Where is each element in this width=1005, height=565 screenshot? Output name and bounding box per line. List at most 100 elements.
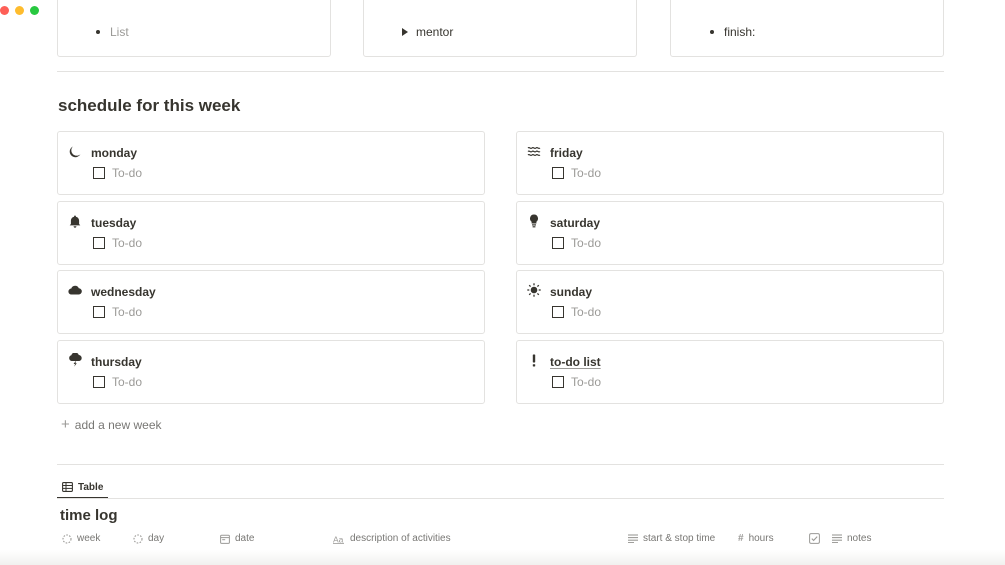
todo-list-link[interactable]: to-do list xyxy=(550,355,601,369)
list-bullet-item[interactable]: List xyxy=(96,25,129,39)
zoom-window-button[interactable] xyxy=(30,6,39,15)
column-header-start-stop-time[interactable]: start & stop time xyxy=(628,533,715,544)
day-card-thursday[interactable]: thursday To-do xyxy=(57,340,485,404)
checkbox-icon xyxy=(809,533,820,544)
todo-placeholder: To-do xyxy=(571,305,602,319)
sun-icon xyxy=(527,283,541,297)
mentor-label: mentor xyxy=(416,25,454,39)
column-header-date[interactable]: date xyxy=(220,533,254,544)
todo-placeholder: To-do xyxy=(112,305,143,319)
day-card-wednesday[interactable]: wednesday To-do xyxy=(57,270,485,334)
todo-checkbox[interactable] xyxy=(552,306,564,318)
tab-table-view[interactable]: Table xyxy=(57,477,109,499)
top-card-mentor: mentor xyxy=(363,0,637,57)
column-header-day[interactable]: day xyxy=(133,533,164,544)
close-window-button[interactable] xyxy=(0,6,9,15)
tab-label: Table xyxy=(78,481,104,493)
day-title[interactable]: thursday xyxy=(91,355,142,369)
day-card-todo-list[interactable]: to-do list To-do xyxy=(516,340,944,404)
window-bottom-edge xyxy=(0,550,1005,565)
table-icon xyxy=(62,482,73,492)
bell-icon xyxy=(68,214,82,228)
todo-placeholder: To-do xyxy=(571,236,602,250)
storm-cloud-icon xyxy=(68,353,82,367)
waves-icon xyxy=(527,144,541,158)
column-label: day xyxy=(148,533,165,544)
todo-item[interactable]: To-do xyxy=(93,166,142,180)
finish-bullet-item[interactable]: finish: xyxy=(710,25,755,39)
cloud-icon xyxy=(68,283,82,297)
day-title[interactable]: saturday xyxy=(550,216,600,230)
toggle-triangle-icon[interactable] xyxy=(402,28,408,36)
text-icon xyxy=(628,534,638,543)
top-card-row: List mentor finish: xyxy=(57,0,944,57)
column-label: week xyxy=(77,533,101,544)
plus-icon: + xyxy=(61,416,70,433)
lightbulb-icon xyxy=(527,214,541,228)
day-title[interactable]: sunday xyxy=(550,285,592,299)
column-label: notes xyxy=(847,533,872,544)
schedule-heading: schedule for this week xyxy=(58,96,241,115)
column-label: hours xyxy=(748,533,774,544)
bullet-icon xyxy=(710,30,714,34)
todo-item[interactable]: To-do xyxy=(552,305,601,319)
add-week-label: add a new week xyxy=(74,417,162,432)
todo-placeholder: To-do xyxy=(571,166,602,180)
day-title[interactable]: tuesday xyxy=(91,216,136,230)
column-header-week[interactable]: week xyxy=(62,533,100,544)
todo-item[interactable]: To-do xyxy=(552,236,601,250)
minimize-window-button[interactable] xyxy=(15,6,24,15)
todo-placeholder: To-do xyxy=(112,166,143,180)
day-title[interactable]: friday xyxy=(550,146,583,160)
exclamation-icon xyxy=(527,353,541,367)
todo-checkbox[interactable] xyxy=(552,237,564,249)
section-divider xyxy=(57,464,944,465)
database-title[interactable]: time log xyxy=(60,507,118,524)
todo-item[interactable]: To-do xyxy=(552,166,601,180)
todo-placeholder: To-do xyxy=(112,236,143,250)
todo-item[interactable]: To-do xyxy=(93,305,142,319)
todo-checkbox[interactable] xyxy=(93,237,105,249)
day-card-saturday[interactable]: saturday To-do xyxy=(516,201,944,265)
day-card-monday[interactable]: monday To-do xyxy=(57,131,485,195)
top-card-finish: finish: xyxy=(670,0,944,57)
window-controls xyxy=(0,6,39,15)
todo-placeholder: To-do xyxy=(112,375,143,389)
todo-item[interactable]: To-do xyxy=(93,375,142,389)
day-card-sunday[interactable]: sunday To-do xyxy=(516,270,944,334)
section-divider xyxy=(57,71,944,72)
column-header-notes[interactable]: notes xyxy=(832,533,871,544)
todo-checkbox[interactable] xyxy=(552,376,564,388)
column-label: date xyxy=(235,533,255,544)
tab-divider xyxy=(57,498,944,499)
list-placeholder: List xyxy=(110,25,129,39)
number-icon: # xyxy=(738,533,744,544)
column-header-checkbox[interactable] xyxy=(809,533,825,544)
bullet-icon xyxy=(96,30,100,34)
todo-checkbox[interactable] xyxy=(93,306,105,318)
text-icon xyxy=(832,534,842,543)
column-label: description of activities xyxy=(350,533,451,544)
column-label: start & stop time xyxy=(643,533,716,544)
column-header-hours[interactable]: # hours xyxy=(738,533,774,544)
day-card-tuesday[interactable]: tuesday To-do xyxy=(57,201,485,265)
text-title-icon: Aa xyxy=(333,534,345,544)
todo-checkbox[interactable] xyxy=(93,376,105,388)
moon-icon xyxy=(68,144,82,158)
add-new-week-button[interactable]: + add a new week xyxy=(61,417,162,432)
todo-item[interactable]: To-do xyxy=(93,236,142,250)
todo-checkbox[interactable] xyxy=(93,167,105,179)
calendar-icon xyxy=(220,534,230,544)
day-card-friday[interactable]: friday To-do xyxy=(516,131,944,195)
day-title[interactable]: wednesday xyxy=(91,285,156,299)
day-title[interactable]: monday xyxy=(91,146,137,160)
status-icon xyxy=(133,533,143,544)
top-card-list: List xyxy=(57,0,331,57)
todo-item[interactable]: To-do xyxy=(552,375,601,389)
finish-label: finish: xyxy=(724,25,756,39)
svg-text:Aa: Aa xyxy=(333,534,344,544)
todo-checkbox[interactable] xyxy=(552,167,564,179)
mentor-toggle[interactable]: mentor xyxy=(402,25,453,39)
column-header-description[interactable]: Aa description of activities xyxy=(333,533,451,544)
status-icon xyxy=(62,533,72,544)
